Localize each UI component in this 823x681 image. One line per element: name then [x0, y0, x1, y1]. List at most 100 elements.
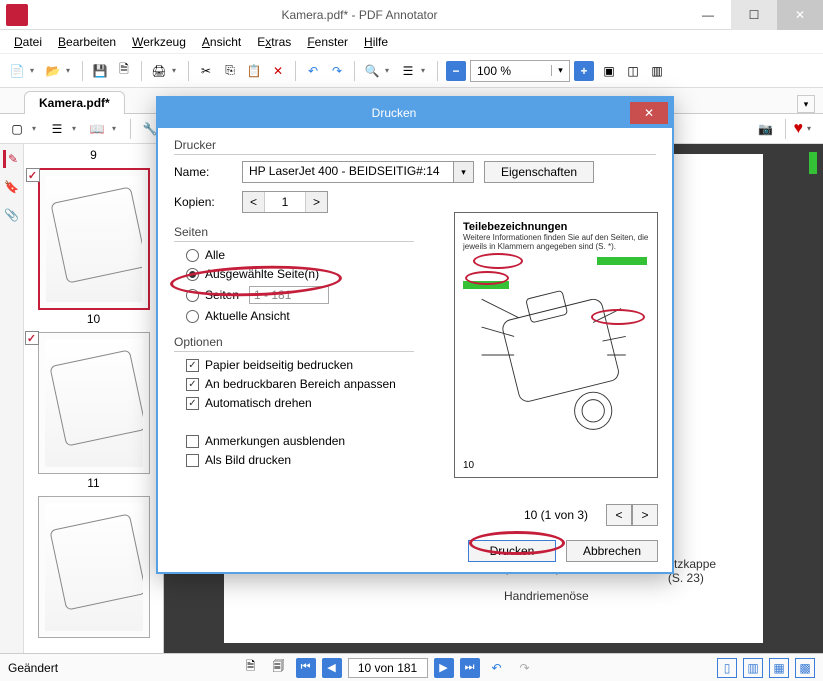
nav-back-button[interactable]: ↶: [486, 657, 508, 679]
next-page-button[interactable]: ▶: [434, 658, 454, 678]
list-button[interactable]: ☰: [397, 60, 419, 82]
fit-page-button[interactable]: ▣: [598, 60, 620, 82]
save-as-button[interactable]: 🗎: [113, 60, 135, 82]
page-range-input[interactable]: [249, 286, 329, 304]
tab-overflow-button[interactable]: ▾: [797, 95, 815, 113]
window-minimize-button[interactable]: —: [685, 0, 731, 30]
annotation-green-mark: [809, 152, 817, 174]
preview-prev-button[interactable]: <: [606, 504, 632, 526]
find-button[interactable]: 🔍: [361, 60, 383, 82]
open-button[interactable]: 📂: [42, 60, 64, 82]
check-as-image-label: Als Bild drucken: [205, 453, 291, 467]
copies-decrement[interactable]: <: [243, 192, 265, 212]
thumbnail-10-checkbox[interactable]: ✓: [26, 168, 40, 182]
zoom-dropdown[interactable]: ▾: [551, 65, 569, 76]
thumbnail-12[interactable]: [38, 496, 150, 638]
nav-forward-button[interactable]: ↷: [514, 657, 536, 679]
copies-increment[interactable]: >: [305, 192, 327, 212]
new-dropdown[interactable]: ▾: [30, 66, 40, 75]
sidebar-tabs: ✎ 🔖 📎: [0, 144, 24, 653]
menu-fenster[interactable]: Fenster: [301, 33, 354, 51]
status-icon-1[interactable]: 🗎: [240, 657, 262, 679]
menu-werkzeug[interactable]: Werkzeug: [126, 33, 192, 51]
zoom-combo[interactable]: ▾: [470, 60, 570, 82]
check-as-image[interactable]: [186, 454, 199, 467]
page-icon[interactable]: ▢: [6, 118, 28, 140]
redo-button[interactable]: ↷: [326, 60, 348, 82]
print-dialog: Drucken ✕ Drucker Name: HP LaserJet 400 …: [156, 96, 674, 574]
dialog-titlebar[interactable]: Drucken ✕: [158, 98, 672, 128]
menu-bearbeiten[interactable]: Bearbeiten: [52, 33, 122, 51]
preview-circle-2: [465, 271, 509, 285]
first-page-button[interactable]: ⏮: [296, 658, 316, 678]
viewmode-facing[interactable]: ▦: [769, 658, 789, 678]
dialog-cancel-button[interactable]: Abbrechen: [566, 540, 658, 562]
preview-next-button[interactable]: >: [632, 504, 658, 526]
fit-width-button[interactable]: ◫: [622, 60, 644, 82]
zoom-in-button[interactable]: +: [574, 61, 594, 81]
list-dropdown[interactable]: ▾: [421, 66, 431, 75]
delete-button[interactable]: ✕: [267, 60, 289, 82]
outline-dropdown[interactable]: ▾: [72, 124, 82, 133]
new-button[interactable]: 📄: [6, 60, 28, 82]
thumbnail-11[interactable]: ✓: [38, 332, 150, 474]
print-dropdown[interactable]: ▾: [172, 66, 182, 75]
window-close-button[interactable]: ✕: [777, 0, 823, 30]
check-fit[interactable]: [186, 378, 199, 391]
menubar: Datei Bearbeiten Werkzeug Ansicht Extras…: [0, 30, 823, 54]
outline-icon[interactable]: ☰: [46, 118, 68, 140]
last-page-button[interactable]: ⏭: [460, 658, 480, 678]
print-button[interactable]: 🖨: [148, 60, 170, 82]
zoom-out-button[interactable]: −: [446, 61, 466, 81]
copies-value[interactable]: 1: [265, 195, 305, 209]
radio-all[interactable]: [186, 249, 199, 262]
dialog-print-button[interactable]: Drucken: [468, 540, 556, 562]
zoom-input[interactable]: [471, 64, 551, 78]
favorite-button[interactable]: ♥: [794, 120, 804, 138]
page-number-field[interactable]: 10 von 181: [348, 658, 428, 678]
cut-button[interactable]: ✂: [195, 60, 217, 82]
dialog-close-button[interactable]: ✕: [630, 102, 668, 124]
document-tab[interactable]: Kamera.pdf*: [24, 91, 125, 114]
favorite-dropdown[interactable]: ▾: [807, 124, 817, 133]
printer-properties-button[interactable]: Eigenschaften: [484, 161, 594, 183]
undo-button[interactable]: ↶: [302, 60, 324, 82]
prev-page-button[interactable]: ◀: [322, 658, 342, 678]
paste-button[interactable]: 📋: [243, 60, 265, 82]
sidebar-tab-bookmark[interactable]: 🔖: [3, 178, 21, 196]
status-icon-2[interactable]: 🗐: [268, 657, 290, 679]
save-button[interactable]: 💾: [89, 60, 111, 82]
book-icon[interactable]: 📖: [86, 118, 108, 140]
page-dropdown[interactable]: ▾: [32, 124, 42, 133]
menu-extras[interactable]: Extras: [251, 33, 297, 51]
find-dropdown[interactable]: ▾: [385, 66, 395, 75]
viewmode-continuous[interactable]: ▥: [743, 658, 763, 678]
menu-datei[interactable]: Datei: [8, 33, 48, 51]
viewmode-facing-cont[interactable]: ▩: [795, 658, 815, 678]
thumbnail-11-checkbox[interactable]: ✓: [25, 331, 39, 345]
radio-current[interactable]: [186, 310, 199, 323]
menu-hilfe[interactable]: Hilfe: [358, 33, 394, 51]
radio-range[interactable]: [186, 289, 199, 302]
sidebar-tab-pen[interactable]: ✎: [3, 150, 21, 168]
app-icon: [6, 4, 28, 26]
print-preview: Teilebezeichnungen Weitere Informationen…: [454, 212, 658, 478]
check-rotate[interactable]: [186, 397, 199, 410]
printer-select-value: HP LaserJet 400 - BEIDSEITIG#:14: [243, 162, 453, 182]
printer-select-arrow[interactable]: ▾: [453, 162, 473, 182]
menu-ansicht[interactable]: Ansicht: [196, 33, 247, 51]
check-duplex[interactable]: [186, 359, 199, 372]
viewmode-single[interactable]: ▯: [717, 658, 737, 678]
open-dropdown[interactable]: ▾: [66, 66, 76, 75]
radio-selected[interactable]: [186, 268, 199, 281]
copy-button[interactable]: ⎘: [219, 60, 241, 82]
thumbnail-10[interactable]: ✓: [38, 168, 150, 310]
thumbnail-10-preview: [46, 176, 142, 302]
window-maximize-button[interactable]: ☐: [731, 0, 777, 30]
book-dropdown[interactable]: ▾: [112, 124, 122, 133]
two-page-button[interactable]: ▥: [646, 60, 668, 82]
sidebar-tab-attachment[interactable]: 📎: [3, 206, 21, 224]
camera-button[interactable]: 📷: [755, 118, 777, 140]
check-hide-annotations[interactable]: [186, 435, 199, 448]
printer-select[interactable]: HP LaserJet 400 - BEIDSEITIG#:14 ▾: [242, 161, 474, 183]
